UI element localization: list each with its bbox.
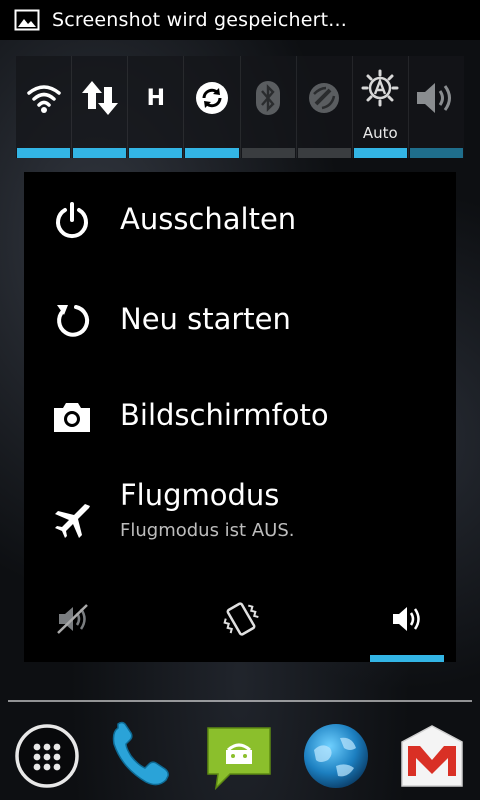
- toggle-state-bar: [73, 148, 127, 158]
- toggle-state-bar: [353, 148, 407, 158]
- gps-icon: [309, 83, 340, 113]
- image-icon: [14, 9, 40, 31]
- power-menu: Ausschalten Neu starten Bildschirmfoto F…: [24, 172, 456, 662]
- toggle-bluetooth[interactable]: [241, 56, 297, 158]
- menu-item-label: Bildschirmfoto: [120, 398, 329, 432]
- menu-item-sublabel: Flugmodus ist AUS.: [120, 520, 295, 541]
- app-dock: [0, 712, 480, 800]
- silent-icon: [57, 604, 88, 634]
- restart-icon: [57, 305, 90, 337]
- sound-mode-vibrate[interactable]: [196, 592, 286, 646]
- toggle-brightness[interactable]: Auto: [353, 56, 409, 158]
- vibrate-icon: [223, 602, 259, 636]
- power-icon: [56, 202, 88, 239]
- dock-divider: [8, 700, 472, 702]
- toggle-mobile-data[interactable]: [72, 56, 129, 158]
- browser-app[interactable]: [300, 720, 370, 792]
- menu-item-label: Flugmodus: [120, 478, 280, 512]
- sound-mode-selector: [24, 582, 456, 662]
- volume-icon: [417, 83, 452, 113]
- gmail-app[interactable]: [396, 720, 466, 792]
- sound-mode-silent[interactable]: [28, 592, 118, 646]
- toggle-wifi[interactable]: [16, 56, 73, 158]
- messaging-app[interactable]: [204, 720, 274, 792]
- toggle-state-bar: [409, 148, 463, 158]
- browser-globe-icon: [304, 724, 368, 788]
- quick-toggles-bar: H Auto: [16, 56, 464, 158]
- airplane-icon: [55, 504, 90, 538]
- status-bar: Screenshot wird gespeichert...: [0, 0, 480, 40]
- menu-item-power-off[interactable]: Ausschalten: [24, 172, 456, 268]
- toggle-state-bar: [185, 148, 239, 158]
- toggle-sync[interactable]: [184, 56, 241, 158]
- phone-app[interactable]: [106, 720, 176, 792]
- brightness-auto-icon: [361, 69, 399, 107]
- sound-on-icon: [393, 607, 420, 631]
- toggle-gps[interactable]: [297, 56, 353, 158]
- toggle-state-bar: [297, 148, 351, 158]
- h-icon: H: [146, 85, 166, 111]
- data-arrows-icon: [81, 81, 118, 115]
- toggle-state-bar: [241, 148, 295, 158]
- sound-mode-sound-on[interactable]: [362, 592, 452, 662]
- app-drawer-button[interactable]: [12, 720, 82, 792]
- sync-icon: [195, 82, 228, 114]
- selected-indicator: [370, 655, 444, 662]
- brightness-label: Auto: [362, 124, 398, 142]
- toggle-state-bar: [17, 148, 71, 158]
- gmail-icon: [401, 725, 463, 787]
- toggle-state-bar: [129, 148, 183, 158]
- app-drawer-icon: [15, 724, 79, 788]
- menu-item-airplane-mode[interactable]: Flugmodus Flugmodus ist AUS.: [24, 468, 456, 568]
- toggle-network-mode[interactable]: H: [128, 56, 185, 158]
- toggle-volume[interactable]: [409, 56, 464, 158]
- menu-item-screenshot[interactable]: Bildschirmfoto: [24, 370, 456, 466]
- messaging-icon: [207, 727, 271, 791]
- menu-item-label: Neu starten: [120, 302, 291, 336]
- notification-text: Screenshot wird gespeichert...: [52, 9, 348, 31]
- phone-icon: [112, 721, 169, 786]
- camera-icon: [54, 403, 90, 432]
- bluetooth-icon: [256, 81, 281, 115]
- menu-item-label: Ausschalten: [120, 202, 297, 236]
- menu-item-restart[interactable]: Neu starten: [24, 272, 456, 368]
- wifi-icon: [26, 85, 61, 113]
